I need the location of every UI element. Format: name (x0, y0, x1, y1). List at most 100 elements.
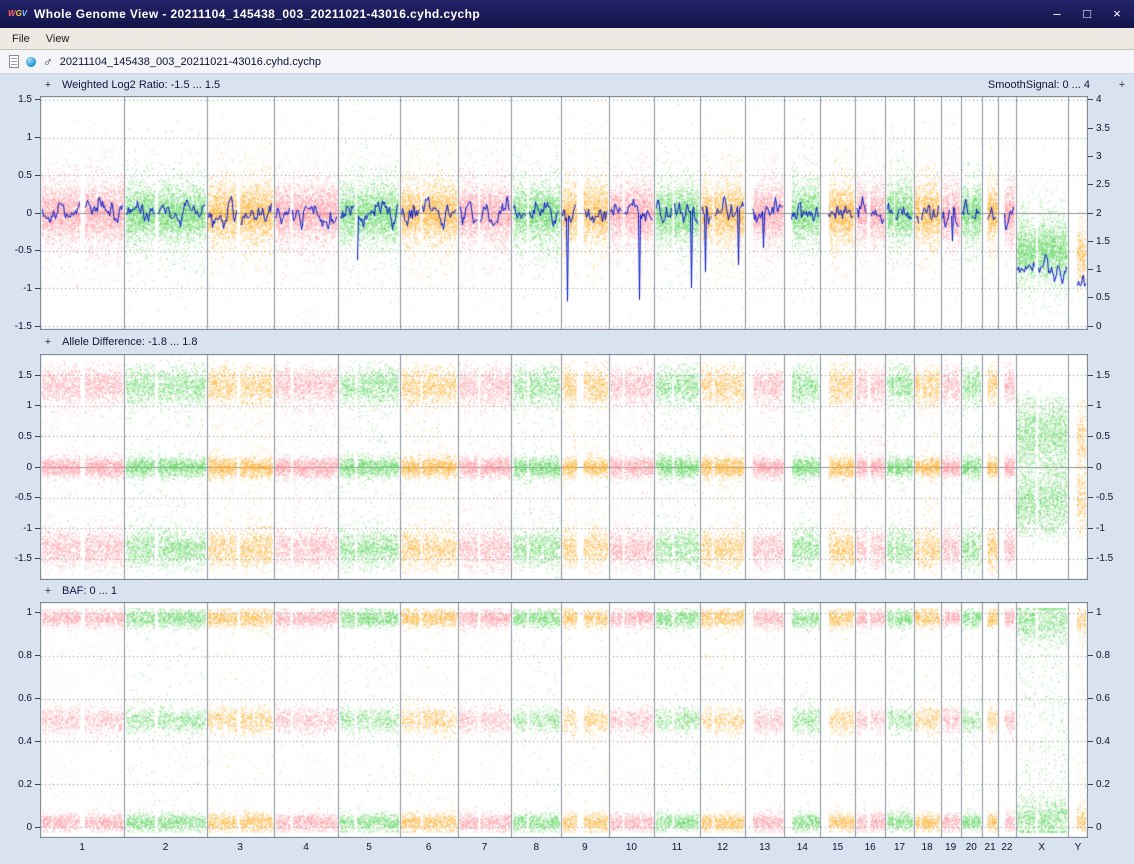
plot-row-baf: 10.80.60.40.2010.80.60.40.20 (0, 602, 1134, 838)
chromosome-label-11[interactable]: 11 (672, 842, 682, 853)
track-header-baf: + BAF: 0 ... 1 (0, 580, 1134, 602)
titlebar[interactable]: WGV Whole Genome View - 20211104_145438_… (0, 0, 1134, 28)
track-title-baf: BAF: 0 ... 1 (62, 585, 117, 597)
chromosome-label-Y[interactable]: Y (1075, 842, 1082, 853)
axis-tick: -0.5 (15, 492, 40, 504)
chromosome-label-1[interactable]: 1 (79, 842, 85, 853)
axis-tick: 0.6 (18, 693, 40, 705)
chromosome-label-20[interactable]: 20 (966, 842, 977, 853)
chromosome-label-10[interactable]: 10 (626, 842, 637, 853)
chromosome-label-X[interactable]: X (1038, 842, 1045, 853)
chromosome-label-8[interactable]: 8 (533, 842, 539, 853)
axis-tick: -0.5 (1088, 492, 1113, 504)
axis-tick: -0.5 (15, 245, 40, 257)
axis-tick: -1 (23, 522, 40, 534)
track-header-allele: +Allele Difference: -1.8 ... 1.8 (0, 330, 1134, 354)
axis-tick: 0.5 (18, 169, 40, 181)
track-zoom-button-allele[interactable]: + (44, 336, 52, 348)
axis-tick: 0 (1088, 320, 1102, 332)
plot-allele (40, 354, 1088, 580)
track-zoom-button-log2[interactable]: + (44, 79, 52, 91)
marker-icon (26, 57, 36, 67)
axis-tick: 0 (26, 821, 40, 833)
chromosome-label-12[interactable]: 12 (717, 842, 728, 853)
chromosome-label-row: 12345678910111213141516171819202122XY (0, 838, 1134, 864)
chromosome-label-21[interactable]: 21 (985, 842, 996, 853)
axis-tick: 0.8 (1088, 650, 1110, 662)
axis-tick: 0.5 (1088, 430, 1110, 442)
axis-tick: 1 (26, 400, 40, 412)
plot-canvas-baf[interactable] (40, 602, 1088, 838)
left-axis-baf: 1 0.8 0.6 0.4 0.2 0 (0, 602, 40, 838)
axis-tick: -1 (1088, 522, 1105, 534)
chromosome-label-14[interactable]: 14 (797, 842, 808, 853)
chromosome-label-17[interactable]: 17 (894, 842, 905, 853)
axis-tick: 1 (26, 607, 40, 619)
axis-tick: 1.5 (1088, 235, 1110, 247)
genome-view-main: + Weighted Log2 Ratio: -1.5 ... 1.5 Smooth… (0, 74, 1134, 864)
plot-canvas-allele[interactable] (40, 354, 1088, 580)
track-right-zoom-button-log2[interactable]: + (1118, 79, 1126, 91)
window-controls: – □ × (1050, 7, 1124, 21)
chromosome-label-7[interactable]: 7 (482, 842, 488, 853)
axis-tick: 3 (1088, 150, 1102, 162)
plot-row-allele: 1.5 1 0.5 0 -0.5 -1 -1.5 1.5 1 0.5 0 -0.5 -1 -1.5 (0, 354, 1134, 580)
axis-tick: -1.5 (1088, 553, 1113, 565)
axis-tick: 0 (1088, 821, 1102, 833)
axis-tick: 1 (26, 132, 40, 144)
plot-baf (40, 602, 1088, 838)
axis-tick: 1.5 (18, 369, 40, 381)
track-zoom-button-baf[interactable]: + (44, 585, 52, 597)
axis-tick: -1.5 (15, 320, 40, 332)
left-axis-allele: 1.5 1 0.5 0 -0.5 -1 -1.5 (0, 354, 40, 580)
chromosome-label-9[interactable]: 9 (582, 842, 588, 853)
axis-tick: -1.5 (15, 553, 40, 565)
axis-tick: 0 (26, 461, 40, 473)
axis-tick: 4 (1088, 94, 1102, 106)
app-logo-icon: WGV (8, 6, 28, 22)
chromosome-label-3[interactable]: 3 (237, 842, 243, 853)
axis-tick: 0.2 (18, 778, 40, 790)
axis-tick: 0 (1088, 461, 1102, 473)
axis-tick: 1 (1088, 400, 1102, 412)
window-title: Whole Genome View - 20211104_145438_003_… (34, 7, 480, 21)
chromosome-label-4[interactable]: 4 (303, 842, 309, 853)
track-title-log2: Weighted Log2 Ratio: -1.5 ... 1.5 (62, 79, 220, 91)
axis-tick: 3.5 (1088, 122, 1110, 134)
axis-tick: 0.4 (1088, 735, 1110, 747)
app-window: WGV Whole Genome View - 20211104_145438_… (0, 0, 1134, 864)
right-axis-allele: 1.5 1 0.5 0 -0.5 -1 -1.5 (1088, 354, 1134, 580)
close-button[interactable]: × (1110, 7, 1124, 21)
axis-tick: 0.5 (18, 430, 40, 442)
menu-item-file[interactable]: File (4, 30, 38, 48)
axis-tick: 1.5 (18, 94, 40, 106)
chromosome-label-13[interactable]: 13 (759, 842, 770, 853)
chromosome-label-2[interactable]: 2 (163, 842, 169, 853)
left-axis-log2: 1.510.50-0.5-1-1.5 (0, 96, 40, 330)
axis-tick: 1.5 (1088, 369, 1110, 381)
chromosome-label-19[interactable]: 19 (945, 842, 956, 853)
minimize-button[interactable]: – (1050, 7, 1064, 21)
plot-log2 (40, 96, 1088, 330)
track-right-title-log2: SmoothSignal: 0 ... 4 (988, 79, 1090, 91)
chromosome-label-5[interactable]: 5 (366, 842, 372, 853)
axis-tick: 0.4 (18, 735, 40, 747)
chromosome-label-6[interactable]: 6 (426, 842, 432, 853)
plot-row-log2: 1.510.50-0.5-1-1.543.532.521.510.50 (0, 96, 1134, 330)
axis-tick: -1 (23, 282, 40, 294)
maximize-button[interactable]: □ (1080, 7, 1094, 21)
sample-file-name: 20211104_145438_003_20211021-43016.cyhd.… (60, 56, 321, 68)
axis-tick: 0.8 (18, 650, 40, 662)
axis-tick: 1 (1088, 264, 1102, 276)
male-symbol-icon: ♂ (43, 55, 53, 68)
chromosome-label-16[interactable]: 16 (865, 842, 876, 853)
right-axis-log2: 43.532.521.510.50 (1088, 96, 1134, 330)
axis-tick: 0.2 (1088, 778, 1110, 790)
chromosome-label-18[interactable]: 18 (922, 842, 933, 853)
menu-item-view[interactable]: View (38, 30, 78, 48)
logo-letter-w: W (8, 9, 16, 18)
chromosome-label-15[interactable]: 15 (832, 842, 843, 853)
plot-canvas-log2[interactable] (40, 96, 1088, 330)
chromosome-label-22[interactable]: 22 (1001, 842, 1012, 853)
menubar: FileView (0, 28, 1134, 50)
